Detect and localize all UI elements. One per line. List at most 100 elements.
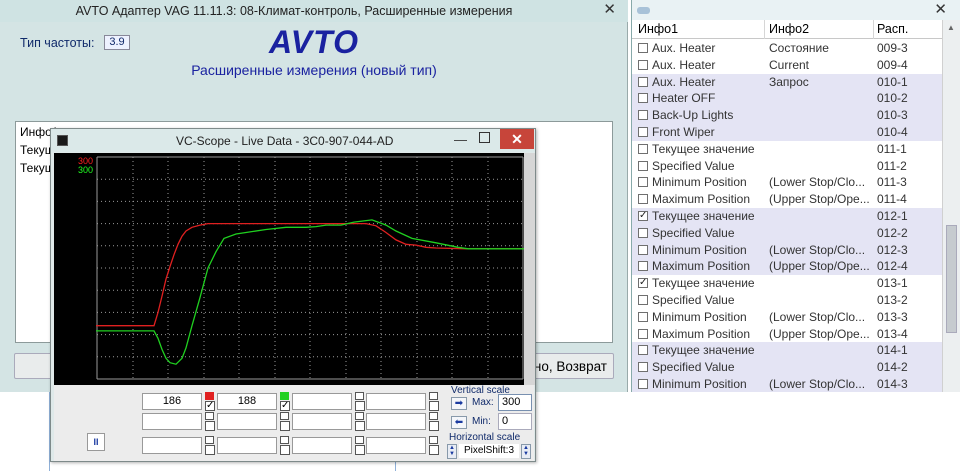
cell-location: 014-1	[877, 343, 908, 358]
channel-color-indicator	[205, 436, 214, 444]
table-row[interactable]: Aux. Heater Current 009-4	[632, 57, 942, 74]
pause-button[interactable]: II	[87, 433, 105, 451]
cell-info2: Current	[769, 57, 810, 72]
row-checkbox[interactable]	[638, 59, 648, 70]
table-row[interactable]: Maximum Position (Upper Stop/Ope... 011-4	[632, 191, 942, 208]
row-checkbox[interactable]	[638, 311, 648, 322]
maximize-icon[interactable]	[479, 132, 490, 143]
row-checkbox[interactable]	[638, 76, 648, 87]
spinner-right-icon[interactable]: ▲ ▼	[521, 444, 531, 459]
channel-checkbox[interactable]	[355, 401, 365, 411]
row-checkbox[interactable]	[638, 345, 648, 356]
row-checkbox[interactable]	[638, 160, 648, 171]
row-checkbox[interactable]	[638, 227, 648, 238]
row-checkbox[interactable]	[638, 378, 648, 389]
row-checkbox[interactable]	[638, 93, 648, 104]
min-input[interactable]: 0	[498, 413, 532, 430]
table-row[interactable]: Aux. Heater Запрос 010-1	[632, 73, 942, 91]
cell-info2: (Upper Stop/Ope...	[769, 326, 870, 341]
channel-checkbox[interactable]	[355, 421, 365, 431]
cell-info2: Состояние	[769, 41, 829, 55]
table-row[interactable]: Heater OFF 010-2	[632, 90, 942, 108]
channel-checkbox[interactable]	[355, 445, 365, 455]
table-row[interactable]: Specified Value 014-2	[632, 359, 942, 376]
table-row[interactable]: ✓ Текущее значение 013-1	[632, 275, 942, 292]
row-checkbox[interactable]	[638, 110, 648, 121]
green-channel-max-label: 300	[78, 165, 94, 175]
close-button[interactable]: ✕	[500, 129, 534, 149]
row-checkbox[interactable]	[638, 362, 648, 373]
scroll-up-icon[interactable]: ▲	[947, 23, 955, 32]
table-row[interactable]: Front Wiper 010-4	[632, 123, 942, 141]
red-trace	[96, 222, 524, 327]
channel-checkbox[interactable]	[429, 401, 439, 411]
cell-info1: Minimum Position	[652, 242, 747, 257]
channel-checkbox[interactable]: ✓	[280, 401, 290, 411]
table-row[interactable]: Specified Value 012-2	[632, 224, 942, 242]
table-row[interactable]: Specified Value 011-2	[632, 158, 942, 175]
channel-checkbox[interactable]	[205, 421, 215, 431]
table-row[interactable]: Minimum Position (Lower Stop/Clo... 013-3	[632, 309, 942, 326]
scrollbar-thumb[interactable]	[946, 225, 957, 333]
cell-location: 011-1	[877, 141, 907, 156]
channel-color-indicator	[280, 436, 289, 444]
row-checkbox[interactable]	[638, 143, 648, 154]
table-row[interactable]: Back-Up Lights 010-3	[632, 107, 942, 124]
table-row[interactable]: Текущее значение 014-1	[632, 342, 942, 360]
cell-info1: Aux. Heater	[652, 74, 716, 89]
table-row[interactable]: Minimum Position (Lower Stop/Clo... 011-3	[632, 174, 942, 191]
table-row[interactable]: Minimum Position (Lower Stop/Clo... 012-3	[632, 241, 942, 259]
close-icon[interactable]: ✕	[934, 2, 947, 18]
channel-checkbox[interactable]: ✓	[205, 401, 215, 411]
channel-checkbox[interactable]	[280, 445, 290, 455]
column-header-info1[interactable]: Инфо1	[638, 22, 678, 36]
cell-location: 012-3	[877, 242, 908, 257]
row-checkbox[interactable]	[638, 43, 648, 53]
row-checkbox[interactable]	[638, 328, 648, 339]
row-checkbox[interactable]	[638, 244, 648, 255]
cell-location: 009-4	[877, 57, 908, 72]
cell-info1: Front Wiper	[652, 124, 715, 139]
row-checkbox[interactable]	[638, 294, 648, 305]
cell-info1: Specified Value	[652, 158, 735, 173]
cell-location: 009-3	[877, 41, 908, 55]
cell-info1: Heater OFF	[652, 91, 716, 106]
channel-color-indicator	[355, 392, 364, 400]
row-checkbox[interactable]	[638, 126, 648, 137]
table-row[interactable]: Maximum Position (Upper Stop/Ope... 013-4	[632, 326, 942, 343]
channel-checkbox[interactable]	[429, 421, 439, 431]
channel-checkbox[interactable]	[429, 445, 439, 455]
table-row[interactable]: Maximum Position (Upper Stop/Ope... 012-4	[632, 258, 942, 276]
channel-value	[366, 437, 426, 454]
row-checkbox[interactable]: ✓	[638, 278, 648, 289]
table-titlebar[interactable]: ✕	[632, 0, 960, 20]
table-row[interactable]: Minimum Position (Lower Stop/Clo... 014-3	[632, 375, 942, 393]
column-header-info2[interactable]: Инфо2	[769, 22, 809, 36]
spinner-left-icon[interactable]: ▲ ▼	[447, 444, 457, 459]
arrow-right-icon[interactable]: ➡	[451, 397, 467, 410]
minimize-icon[interactable]: —	[454, 132, 467, 147]
table-row[interactable]: Aux. Heater Состояние 009-3	[632, 40, 942, 57]
cell-location: 010-4	[877, 124, 908, 139]
table-row[interactable]: Specified Value 013-2	[632, 292, 942, 309]
channel-color-indicator	[429, 392, 438, 400]
arrow-left-icon[interactable]: ⬅	[451, 416, 467, 429]
channel-checkbox[interactable]	[205, 445, 215, 455]
row-checkbox[interactable]	[638, 177, 648, 188]
close-icon[interactable]: ✕	[603, 2, 616, 18]
row-checkbox[interactable]	[638, 194, 648, 205]
main-titlebar[interactable]: AVTO Адаптер VAG 11.11.3: 08-Климат-конт…	[0, 0, 628, 22]
vertical-scrollbar[interactable]: ▲	[942, 20, 960, 392]
cell-info2: (Lower Stop/Clo...	[769, 242, 866, 257]
cell-info1: Aux. Heater	[652, 41, 716, 55]
row-checkbox[interactable]: ✓	[638, 210, 648, 221]
row-checkbox[interactable]	[638, 261, 648, 272]
channel-checkbox[interactable]	[280, 421, 290, 431]
cell-location: 012-1	[877, 208, 908, 223]
scope-titlebar[interactable]: VC-Scope - Live Data - 3C0-907-044-AD — …	[51, 129, 535, 152]
table-row[interactable]: ✓ Текущее значение 012-1	[632, 207, 942, 225]
pixelshift-value[interactable]: PixelShift:3	[459, 444, 519, 458]
column-header-location[interactable]: Расп.	[877, 22, 908, 36]
max-input[interactable]: 300	[498, 394, 532, 411]
table-row[interactable]: Текущее значение 011-1	[632, 141, 942, 158]
